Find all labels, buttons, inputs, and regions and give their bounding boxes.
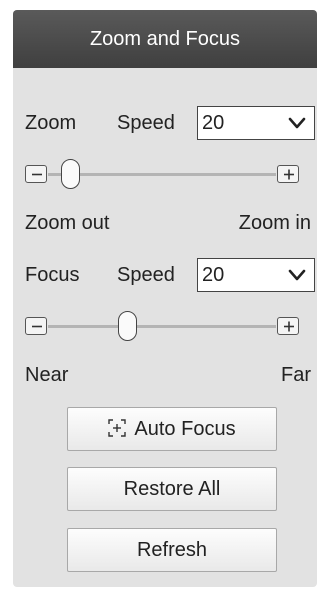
zoom-speed-select[interactable]: 20: [197, 106, 315, 140]
zoom-out-button[interactable]: [25, 165, 47, 183]
zoom-speed-label: Speed: [117, 112, 175, 134]
zoom-in-button[interactable]: [277, 165, 299, 183]
focus-speed-select[interactable]: 20: [197, 258, 315, 292]
restore-all-button[interactable]: Restore All: [67, 467, 277, 511]
plus-icon: [284, 169, 294, 180]
refresh-label: Refresh: [136, 539, 208, 561]
focus-speed-label: Speed: [117, 264, 175, 286]
far-label: Far: [281, 364, 311, 386]
zoom-slider-track[interactable]: [48, 173, 276, 176]
auto-focus-button[interactable]: Auto Focus: [67, 407, 277, 451]
chevron-down-icon: [288, 269, 306, 281]
panel-title: Zoom and Focus: [13, 10, 317, 68]
plus-icon: [284, 321, 294, 332]
restore-all-label: Restore All: [123, 478, 221, 500]
focus-far-button[interactable]: [277, 317, 299, 335]
zoom-slider-thumb[interactable]: [61, 159, 81, 189]
focus-near-button[interactable]: [25, 317, 47, 335]
zoom-out-label: Zoom out: [25, 212, 110, 234]
near-label: Near: [25, 364, 69, 386]
auto-focus-label: Auto Focus: [134, 418, 236, 440]
zoom-speed-value: 20: [202, 112, 225, 134]
focus-slider-thumb[interactable]: [118, 311, 138, 341]
zoom-label: Zoom: [25, 112, 77, 134]
focus-label: Focus: [25, 264, 80, 286]
minus-icon: [32, 173, 42, 176]
focus-frame-icon: [108, 419, 127, 437]
refresh-button[interactable]: Refresh: [67, 528, 277, 572]
minus-icon: [32, 325, 42, 328]
zoom-in-label: Zoom in: [238, 212, 311, 234]
focus-speed-value: 20: [202, 264, 225, 286]
focus-slider-track[interactable]: [48, 325, 276, 328]
zoom-focus-panel: Zoom and Focus Zoom Speed 20 Zoom out Zo…: [13, 10, 317, 587]
chevron-down-icon: [288, 117, 306, 129]
